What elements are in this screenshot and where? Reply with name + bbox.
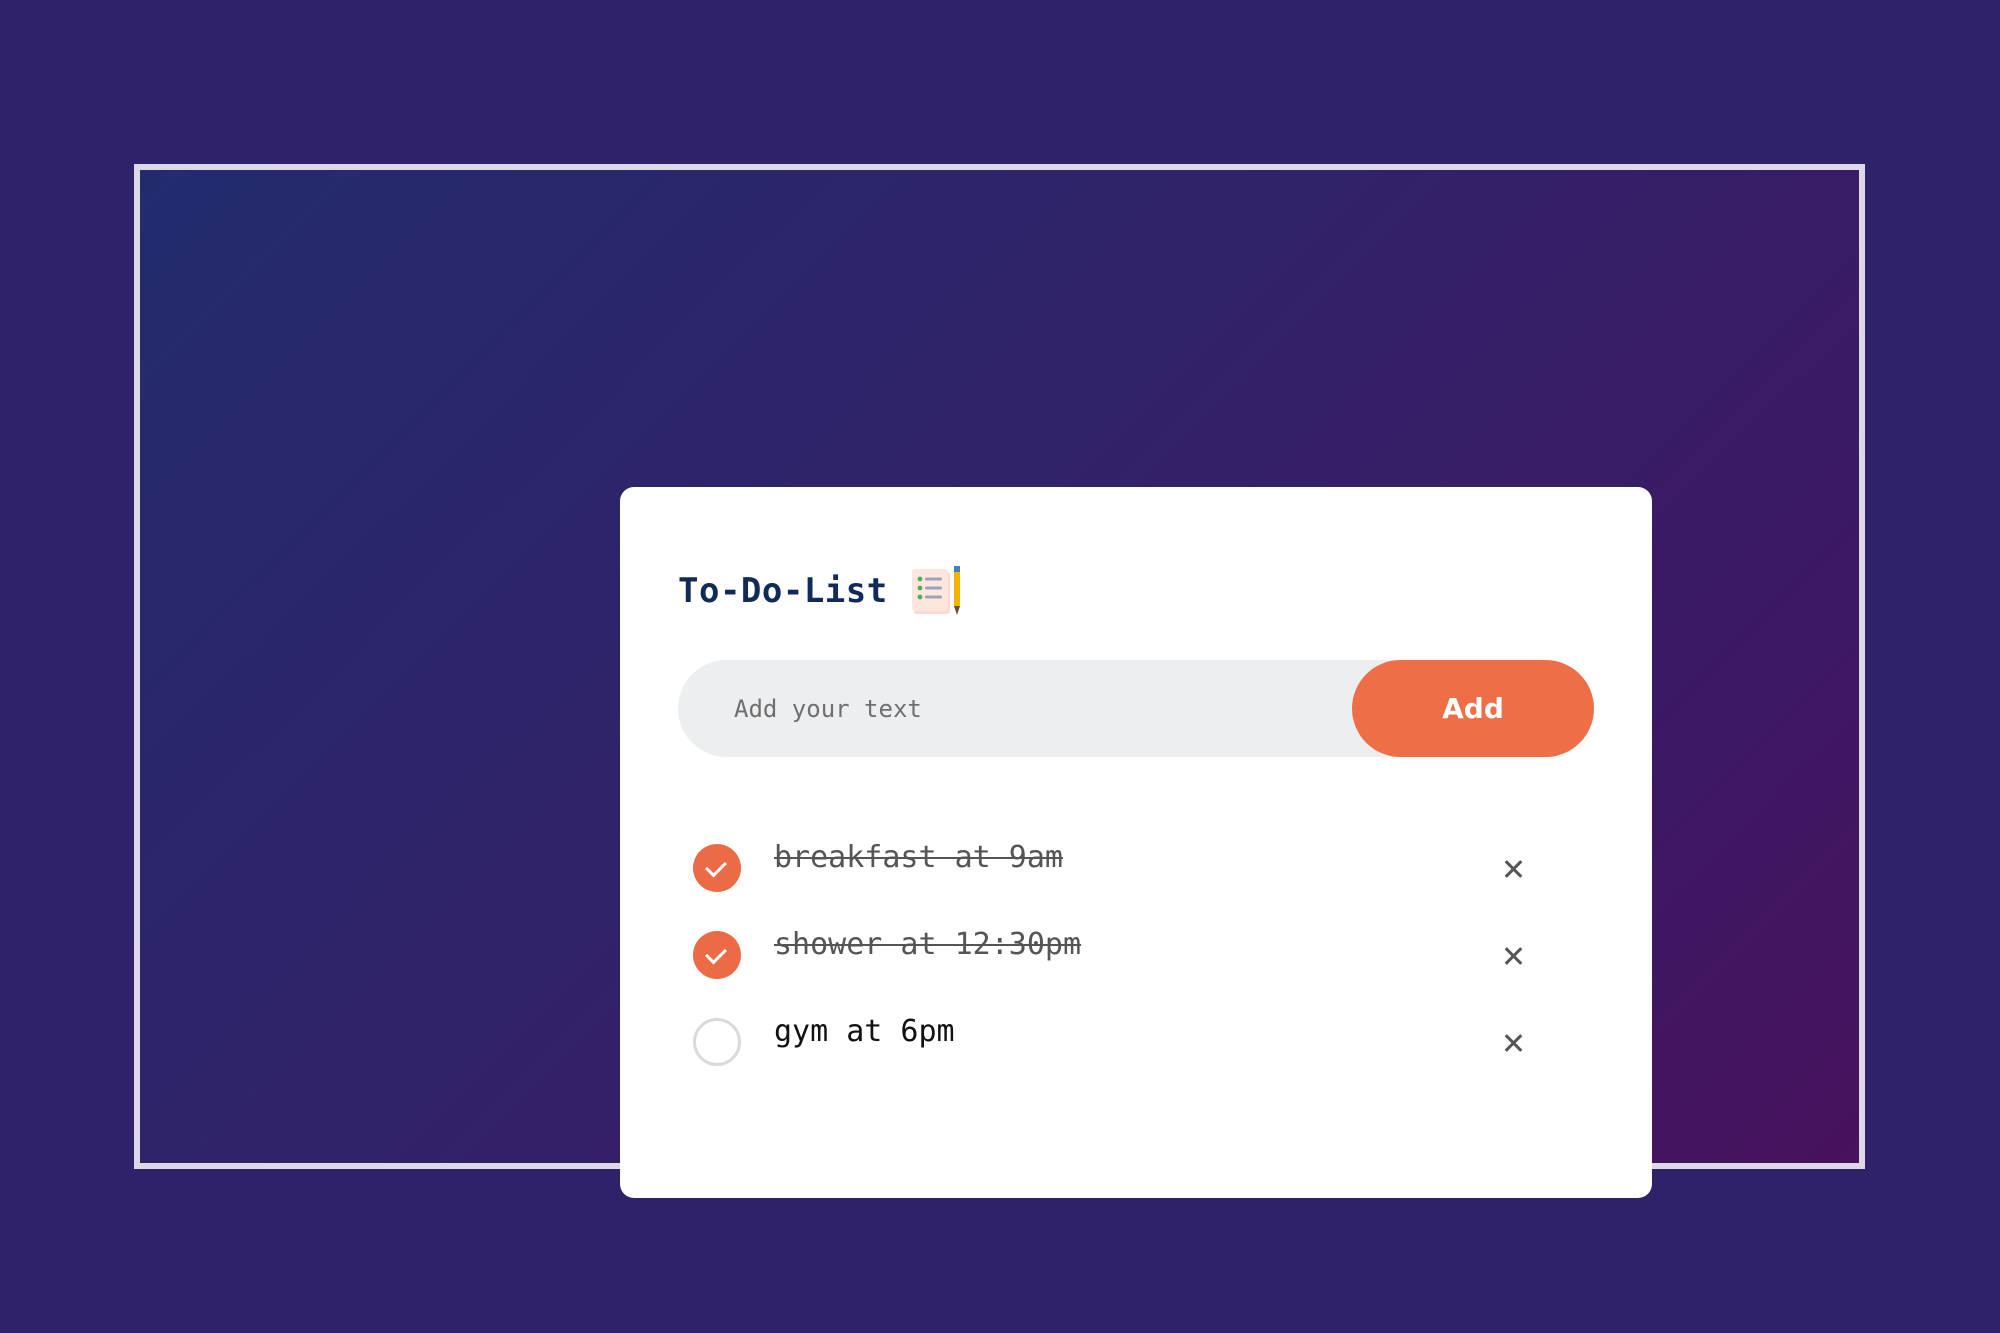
todo-item[interactable]: shower at 12:30pm (678, 911, 1594, 998)
todo-item[interactable]: gym at 6pm (678, 998, 1594, 1085)
todo-list: breakfast at 9am shower at 12:30pm gym a… (678, 824, 1594, 1085)
todo-text: gym at 6pm (774, 1014, 955, 1049)
unchecked-checkbox-icon[interactable] (693, 1018, 741, 1066)
close-icon[interactable] (1493, 935, 1533, 975)
add-task-row: Add (678, 660, 1594, 757)
checked-checkbox-icon[interactable] (693, 844, 741, 892)
close-icon[interactable] (1493, 848, 1533, 888)
close-icon[interactable] (1493, 1022, 1533, 1062)
todo-item[interactable]: breakfast at 9am (678, 824, 1594, 911)
add-button[interactable]: Add (1352, 660, 1594, 757)
todo-text: shower at 12:30pm (774, 927, 1082, 962)
background-frame: To-Do-List Add breakfast at (134, 164, 1865, 1198)
task-input[interactable] (678, 660, 1338, 757)
app-title: To-Do-List (678, 571, 888, 611)
checklist-with-pencil-icon (911, 566, 960, 615)
todo-text: breakfast at 9am (774, 840, 1063, 875)
todo-app-card: To-Do-List Add breakfast at (620, 487, 1652, 1198)
checked-checkbox-icon[interactable] (693, 931, 741, 979)
title-row: To-Do-List (678, 565, 964, 617)
